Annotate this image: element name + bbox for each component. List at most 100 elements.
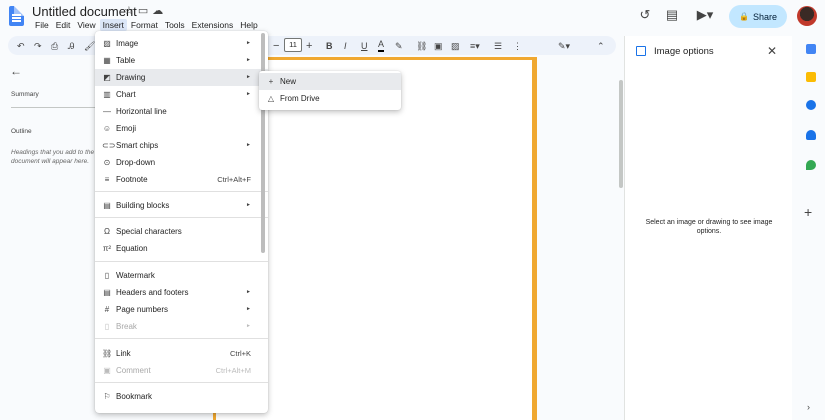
menu-extensions[interactable]: Extensions <box>189 19 237 31</box>
menu-help[interactable]: Help <box>237 19 260 31</box>
outline-label: Outline <box>11 128 32 135</box>
submenu-arrow-icon: ► <box>246 91 251 97</box>
expand-panel-icon[interactable]: › <box>807 402 810 412</box>
menu-item-equation[interactable]: π² Equation <box>95 240 268 257</box>
menu-item-table[interactable]: ▦ Table ► <box>95 52 268 69</box>
submenu-item-new[interactable]: + New <box>259 73 401 90</box>
close-icon[interactable]: ✕ <box>767 44 777 58</box>
paint-format-icon[interactable]: 🖌 <box>84 39 95 54</box>
spellcheck-icon[interactable]: Ꭿ <box>68 39 75 54</box>
menu-insert[interactable]: Insert <box>99 19 127 31</box>
chart-icon: ▥ <box>103 90 111 99</box>
editing-mode-icon[interactable]: ✎▾ <box>558 39 570 54</box>
font-size-input[interactable]: 11 <box>284 38 302 52</box>
submenu-arrow-icon: ► <box>246 323 251 329</box>
menu-item-smart-chips[interactable]: ⊂⊃ Smart chips ► <box>95 137 268 154</box>
back-arrow-icon[interactable]: ← <box>10 64 22 78</box>
menu-item-break[interactable]: ▯ Break ► <box>95 318 268 335</box>
menu-item-special-characters[interactable]: Ω Special characters <box>95 223 268 240</box>
menu-item-label: Equation <box>116 244 148 253</box>
document-scrollbar[interactable] <box>619 80 623 188</box>
decrease-font-icon[interactable]: − <box>273 39 279 54</box>
shortcut-label: Ctrl+Alt+M <box>215 366 251 375</box>
line-spacing-icon[interactable]: ☰ <box>494 39 502 54</box>
share-label: Share <box>752 11 777 22</box>
menu-item-image[interactable]: ▨ Image ► <box>95 35 268 52</box>
contacts-icon[interactable] <box>806 130 816 140</box>
more-icon[interactable]: ⋮ <box>513 39 522 54</box>
italic-icon[interactable]: I <box>344 39 347 54</box>
omega-icon: Ω <box>104 227 110 236</box>
cloud-status-icon[interactable]: ☁ <box>152 5 167 17</box>
menu-bar: File Edit View Insert Format Tools Exten… <box>32 19 262 31</box>
outline-panel: ← Summary Outline Headings that you add … <box>0 56 95 420</box>
menu-edit[interactable]: Edit <box>53 19 74 31</box>
menu-view[interactable]: View <box>74 19 98 31</box>
comments-icon[interactable]: ▤ <box>663 6 681 24</box>
menu-item-label: Watermark <box>116 271 155 280</box>
keep-icon[interactable] <box>806 72 816 82</box>
menu-divider <box>95 217 268 218</box>
document-title[interactable]: Untitled document <box>32 4 137 19</box>
print-icon[interactable]: ⎙ <box>51 39 58 54</box>
menu-item-watermark[interactable]: ▯ Watermark <box>95 267 268 284</box>
menu-item-footnote[interactable]: ≡ Footnote Ctrl+Alt+F <box>95 171 268 188</box>
menu-item-label: Drawing <box>116 73 146 82</box>
maps-icon[interactable] <box>806 160 816 170</box>
menu-tools[interactable]: Tools <box>162 19 188 31</box>
image-options-panel: Image options ✕ Select an image or drawi… <box>624 36 792 420</box>
menu-item-building-blocks[interactable]: ▤ Building blocks ► <box>95 197 268 214</box>
redo-icon[interactable]: ↷ <box>34 39 42 54</box>
docs-logo-icon[interactable] <box>9 6 24 26</box>
menu-item-emoji[interactable]: ☺ Emoji <box>95 120 268 137</box>
text-color-icon[interactable]: A <box>378 39 385 52</box>
menu-item-headers-footers[interactable]: ▤ Headers and footers ► <box>95 284 268 301</box>
share-button[interactable]: 🔒 Share <box>729 5 787 28</box>
menu-item-label: Smart chips <box>116 141 159 150</box>
underline-icon[interactable]: U <box>361 39 368 54</box>
menu-item-comment[interactable]: ▣ Comment Ctrl+Alt+M <box>95 362 268 379</box>
break-icon: ▯ <box>104 322 110 331</box>
star-icon[interactable]: ☆ <box>124 5 138 17</box>
submenu-item-from-drive[interactable]: △ From Drive <box>259 90 401 107</box>
headers-footers-icon: ▤ <box>103 288 111 297</box>
menu-scrollbar[interactable] <box>261 33 265 253</box>
menu-item-label: Comment <box>116 366 151 375</box>
highlight-icon[interactable]: ✎ <box>395 39 403 54</box>
version-history-icon[interactable]: ↺ <box>636 6 654 24</box>
insert-image-icon[interactable]: ▨ <box>451 39 460 54</box>
shortcut-label: Ctrl+Alt+F <box>217 175 251 184</box>
add-addon-icon[interactable]: + <box>804 204 812 220</box>
move-folder-icon[interactable]: ▭ <box>138 5 152 17</box>
menu-item-label: Chart <box>116 90 136 99</box>
tasks-icon[interactable] <box>806 100 816 110</box>
submenu-arrow-icon: ► <box>246 57 251 63</box>
menu-item-horizontal-line[interactable]: — Horizontal line <box>95 103 268 120</box>
collapse-toolbar-icon[interactable]: ⌃ <box>597 39 605 54</box>
undo-icon[interactable]: ↶ <box>17 39 25 54</box>
calendar-icon[interactable] <box>806 44 816 54</box>
menu-item-bookmark[interactable]: ⚐ Bookmark <box>95 388 268 405</box>
submenu-item-label: New <box>280 77 297 86</box>
menu-item-link[interactable]: ⛓ Link Ctrl+K <box>95 345 268 362</box>
increase-font-icon[interactable]: + <box>306 39 312 54</box>
menu-divider <box>95 338 268 339</box>
comment-icon: ▣ <box>103 366 111 375</box>
align-icon[interactable]: ≡▾ <box>470 39 480 54</box>
menu-format[interactable]: Format <box>128 19 161 31</box>
title-actions: ☆▭☁ <box>124 4 167 17</box>
comment-toolbar-icon[interactable]: ▣ <box>434 39 443 54</box>
menu-item-drop-down[interactable]: ⊙ Drop-down <box>95 154 268 171</box>
menu-item-page-numbers[interactable]: # Page numbers ► <box>95 301 268 318</box>
menu-file[interactable]: File <box>32 19 52 31</box>
menu-divider <box>95 191 268 192</box>
watermark-icon: ▯ <box>104 271 110 280</box>
menu-item-chart[interactable]: ▥ Chart ► <box>95 86 268 103</box>
meet-icon[interactable]: ▶▾ <box>691 6 719 24</box>
menu-item-drawing[interactable]: ◩ Drawing ► <box>95 69 268 86</box>
submenu-item-label: From Drive <box>280 94 320 103</box>
menu-item-label: Special characters <box>116 227 182 236</box>
link-toolbar-icon[interactable]: ⛓ <box>416 39 427 54</box>
avatar[interactable] <box>797 6 817 26</box>
bold-icon[interactable]: B <box>326 39 333 54</box>
